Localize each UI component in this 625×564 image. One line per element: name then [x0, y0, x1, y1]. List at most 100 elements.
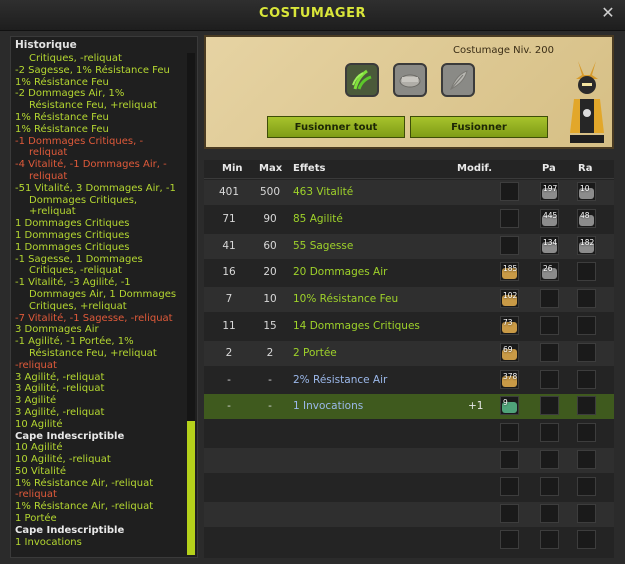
- history-line: -reliquat: [15, 359, 57, 371]
- rune-slot-ra[interactable]: 182: [577, 235, 596, 255]
- green-claw-item-icon[interactable]: [345, 63, 379, 97]
- table-row[interactable]: 2 2 2 Portée 69: [204, 340, 614, 366]
- table-row[interactable]: [204, 501, 614, 527]
- rune-slot-pa[interactable]: [540, 450, 559, 469]
- rune-slot-main[interactable]: [500, 450, 519, 469]
- cell-min: 401: [218, 186, 240, 198]
- rune-icon: 182: [579, 238, 594, 253]
- rune-slot-main[interactable]: 9: [500, 396, 519, 416]
- cell-effect: 85 Agilité: [293, 212, 343, 225]
- rune-slot-pa[interactable]: [540, 396, 559, 416]
- rune-slot-ra[interactable]: 10: [577, 182, 596, 201]
- cell-min: -: [227, 400, 231, 413]
- rune-slot-main[interactable]: 185: [500, 262, 519, 282]
- history-line: reliquat: [29, 147, 68, 159]
- stone-rune-icon[interactable]: [393, 63, 427, 97]
- table-row[interactable]: 71 90 85 Agilité 445 48: [204, 207, 614, 232]
- history-line: 3 Agilité: [15, 395, 57, 407]
- rune-slot-pa[interactable]: [540, 369, 559, 389]
- rune-slot-ra[interactable]: [577, 289, 596, 309]
- rune-slot-main[interactable]: [500, 503, 519, 523]
- cell-max: 20: [263, 266, 277, 279]
- rune-slot-ra[interactable]: 48: [577, 208, 596, 228]
- rune-slot-ra[interactable]: [577, 262, 596, 282]
- rune-slot-main[interactable]: [500, 530, 519, 550]
- close-icon[interactable]: ✕: [600, 5, 616, 21]
- rune-slot-pa[interactable]: 445: [540, 208, 559, 228]
- rune-count: 182: [580, 237, 595, 247]
- history-line: Dommages Air, 1 Dommages: [29, 288, 177, 300]
- rune-slot-main[interactable]: [500, 182, 519, 201]
- history-line: Cape Indescriptible: [15, 524, 125, 536]
- history-scroll-thumb[interactable]: [187, 421, 195, 555]
- cell-max: 500: [259, 186, 281, 198]
- table-row[interactable]: 7 10 10% Résistance Feu 102: [204, 287, 614, 313]
- history-line: -2 Sagesse, 1% Résistance Feu: [15, 64, 170, 76]
- history-line: -7 Vitalité, -1 Sagesse, -reliquat: [15, 312, 173, 324]
- feather-icon[interactable]: [441, 63, 475, 97]
- rune-slot-main[interactable]: [500, 235, 519, 255]
- rune-slot-main[interactable]: 69: [500, 342, 519, 362]
- rune-slot-ra[interactable]: [577, 423, 596, 443]
- rune-count: 73: [503, 318, 513, 327]
- rune-slot-pa[interactable]: [540, 289, 559, 309]
- cell-max: 90: [263, 212, 277, 225]
- history-line: -4 Vitalité, -1 Dommages Air, -: [15, 159, 167, 171]
- rune-icon: 9: [502, 398, 517, 414]
- rune-slot-ra[interactable]: [577, 396, 596, 416]
- cell-min: 7: [225, 293, 233, 306]
- rune-count: 445: [543, 210, 558, 220]
- rune-count: 48: [580, 210, 590, 220]
- rune-slot-pa[interactable]: [540, 530, 559, 550]
- rune-icon: 134: [542, 238, 557, 253]
- rune-slot-ra[interactable]: [577, 530, 596, 550]
- rune-slot-main[interactable]: 73: [500, 316, 519, 335]
- rune-slot-pa[interactable]: [540, 476, 559, 496]
- cell-effect: 20 Dommages Air: [293, 266, 388, 279]
- fuse-button[interactable]: Fusionner: [410, 116, 548, 138]
- history-list[interactable]: Critiques, -reliquat -2 Sagesse, 1% Résis…: [15, 53, 187, 555]
- rune-slot-main[interactable]: [500, 476, 519, 496]
- rune-slot-pa[interactable]: 197: [540, 182, 559, 201]
- rune-slot-ra[interactable]: [577, 316, 596, 335]
- table-row[interactable]: 41 60 55 Sagesse 134 182: [204, 233, 614, 259]
- table-row[interactable]: - - 2% Résistance Air 378: [204, 368, 614, 393]
- rune-slot-ra[interactable]: [577, 503, 596, 523]
- table-row[interactable]: - - 1 Invocations +1 9: [204, 394, 614, 420]
- rune-slot-pa[interactable]: [540, 503, 559, 523]
- history-line: Critiques, +reliquat: [29, 300, 127, 312]
- table-row[interactable]: 11 15 14 Dommages Critiques 73: [204, 314, 614, 339]
- rune-slot-main[interactable]: 378: [500, 369, 519, 389]
- table-row[interactable]: [204, 475, 614, 500]
- rune-slot-ra[interactable]: [577, 450, 596, 469]
- rune-icon: 69: [502, 345, 517, 360]
- table-row[interactable]: 401 500 463 Vitalité 197 10: [204, 180, 614, 205]
- rune-slot-main[interactable]: [500, 423, 519, 443]
- rune-slot-main[interactable]: [500, 208, 519, 228]
- cell-effect: 10% Résistance Feu: [293, 293, 399, 306]
- table-row[interactable]: [204, 448, 614, 473]
- rune-slot-ra[interactable]: [577, 369, 596, 389]
- rune-slot-ra[interactable]: [577, 476, 596, 496]
- rune-slot-pa[interactable]: [540, 423, 559, 443]
- fuse-all-button[interactable]: Fusionner tout: [267, 116, 405, 138]
- history-line: 10 Agilité, -reliquat: [15, 454, 111, 466]
- rune-slot-main[interactable]: 102: [500, 289, 519, 309]
- cell-effect: 2% Résistance Air: [293, 373, 388, 386]
- title-bar[interactable]: COSTUMAGER ✕: [0, 0, 625, 31]
- table-row[interactable]: 16 20 20 Dommages Air 185 26: [204, 260, 614, 285]
- rune-slot-pa[interactable]: 134: [540, 235, 559, 255]
- rune-slot-pa[interactable]: [540, 342, 559, 362]
- rune-count: 197: [543, 184, 558, 193]
- history-line: 3 Agilité, -reliquat: [15, 383, 105, 395]
- history-line: 1% Résistance Feu: [15, 111, 109, 123]
- rune-slot-pa[interactable]: [540, 316, 559, 335]
- table-row[interactable]: [204, 421, 614, 446]
- rune-icon: 378: [502, 372, 517, 387]
- rune-count: 10: [580, 184, 590, 193]
- cell-min: 16: [222, 266, 236, 279]
- rune-slot-pa[interactable]: 26: [540, 262, 559, 282]
- rune-slot-ra[interactable]: [577, 342, 596, 362]
- table-row[interactable]: [204, 528, 614, 553]
- cell-max: 10: [263, 293, 277, 306]
